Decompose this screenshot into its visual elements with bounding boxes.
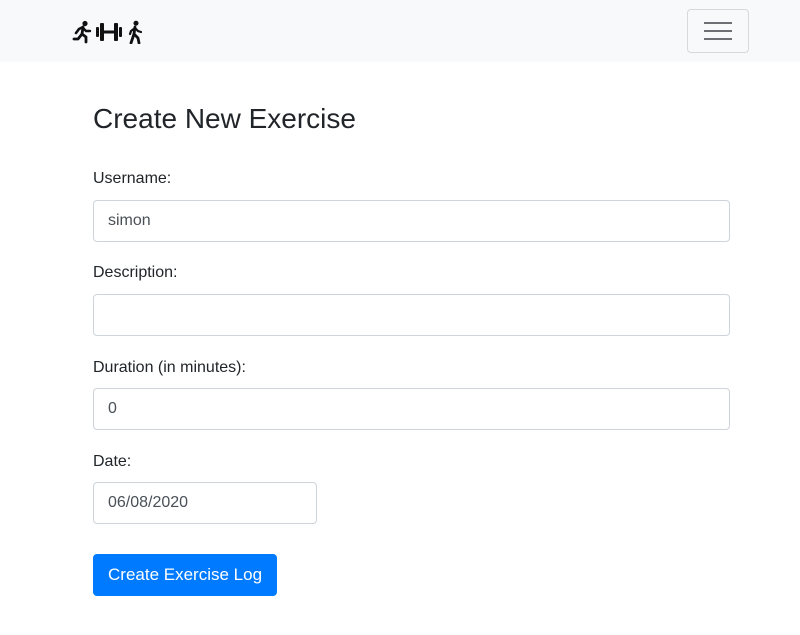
duration-input[interactable]: 0 — [93, 388, 730, 430]
brand-logo[interactable] — [72, 19, 144, 45]
date-label: Date: — [93, 453, 132, 470]
description-label: Description: — [93, 264, 178, 281]
navbar — [0, 0, 800, 62]
walking-icon — [126, 20, 144, 44]
username-select[interactable]: simon — [93, 200, 730, 242]
create-exercise-log-button[interactable]: Create Exercise Log — [93, 554, 278, 596]
username-label: Username: — [93, 170, 172, 187]
description-input[interactable] — [93, 294, 730, 336]
create-exercise-form: Create New Exercise Username: simon Desc… — [93, 100, 730, 596]
running-icon — [72, 20, 92, 44]
page-title: Create New Exercise — [93, 103, 356, 134]
navbar-toggler-button[interactable] — [687, 9, 749, 53]
dumbbell-icon — [95, 20, 123, 44]
duration-label: Duration (in minutes): — [93, 359, 246, 376]
date-picker-input[interactable]: 06/08/2020 — [93, 482, 317, 524]
